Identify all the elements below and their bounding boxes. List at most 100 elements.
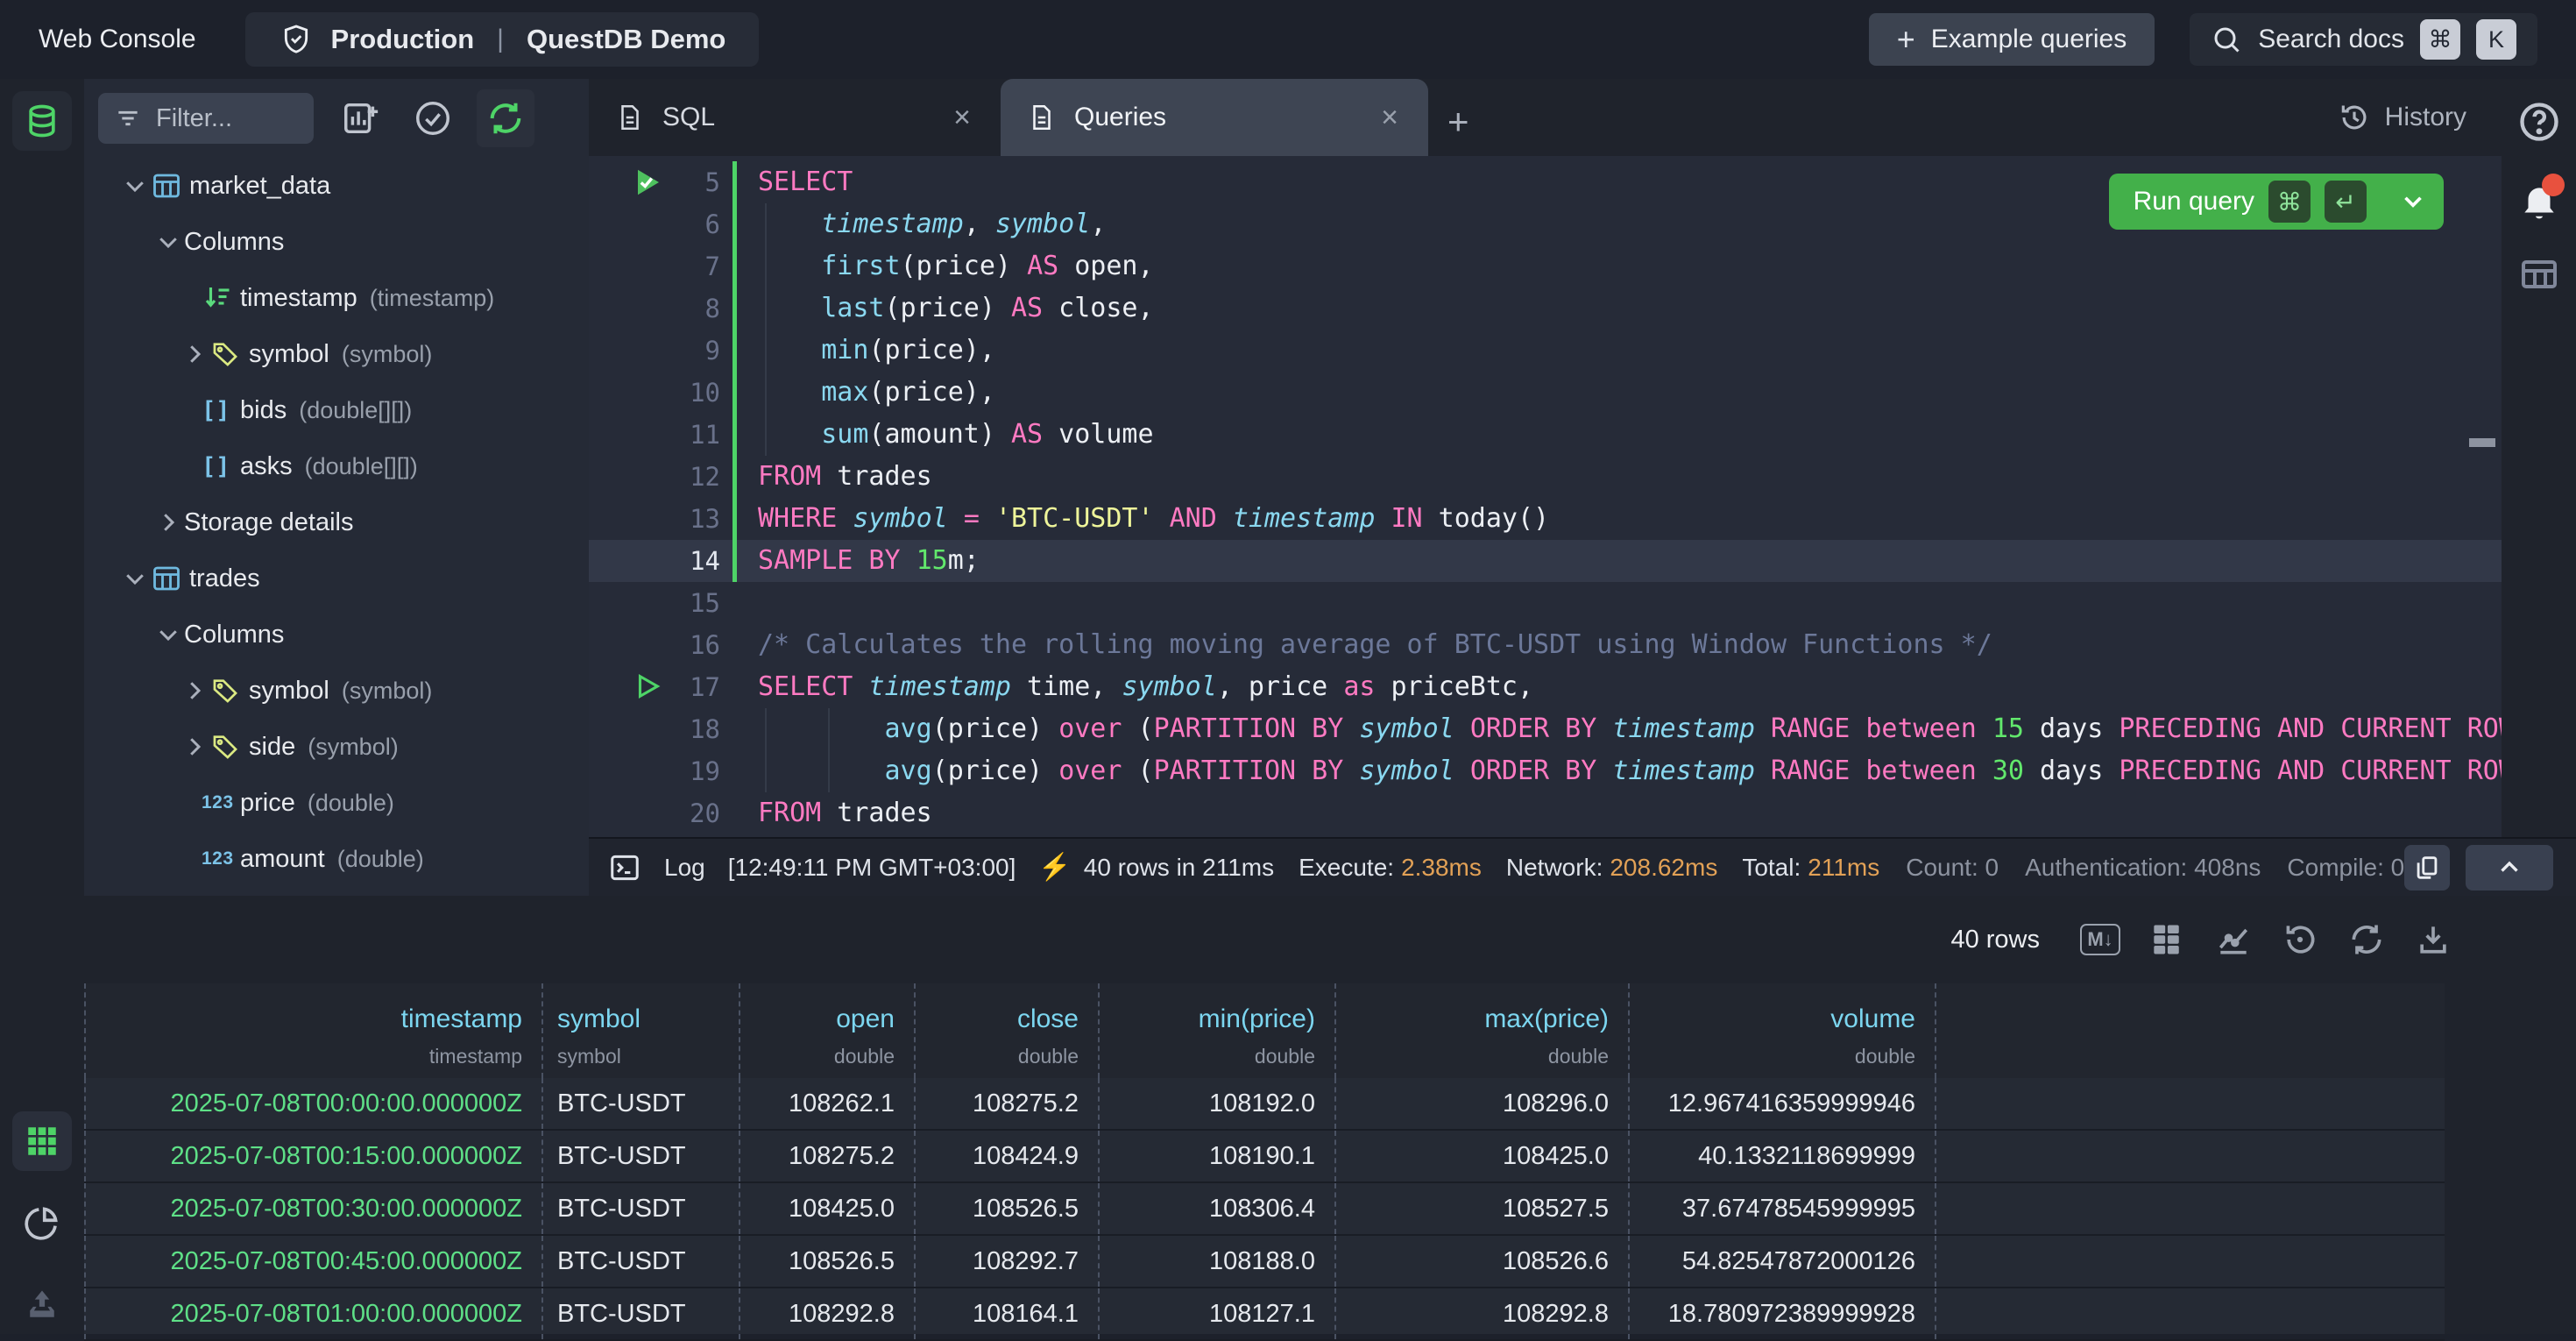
cell-symbol[interactable]: BTC-USDT xyxy=(543,1236,740,1287)
tab-sql[interactable]: SQL × xyxy=(589,79,1001,156)
refresh-schema-button[interactable] xyxy=(477,89,534,147)
tab-queries[interactable]: Queries × xyxy=(1001,79,1428,156)
cell-max-price-[interactable]: 108292.8 xyxy=(1336,1288,1630,1339)
cell-symbol[interactable]: BTC-USDT xyxy=(543,1131,740,1181)
code-line-11[interactable]: 11 sum(amount) AS volume xyxy=(589,414,2502,456)
close-tab-icon[interactable]: × xyxy=(1374,99,1405,136)
cell-min-price-[interactable]: 108127.1 xyxy=(1100,1288,1336,1339)
tree-item-trades[interactable]: trades xyxy=(84,550,589,607)
code-line-7[interactable]: 7 first(price) AS open, xyxy=(589,245,2502,287)
cell-min-price-[interactable]: 108306.4 xyxy=(1100,1183,1336,1234)
run-query-button[interactable]: Run query ⌘ ↵ xyxy=(2109,174,2444,230)
notifications-button[interactable] xyxy=(2516,177,2563,224)
copy-log-button[interactable] xyxy=(2404,845,2450,890)
cell-timestamp[interactable]: 2025-07-08T00:00:00.000000Z xyxy=(84,1078,543,1129)
cell-close[interactable]: 108164.1 xyxy=(916,1288,1100,1339)
tree-item-timestamp[interactable]: timestamp(timestamp) xyxy=(84,887,589,896)
cell-min-price-[interactable]: 108188.0 xyxy=(1100,1236,1336,1287)
cell-open[interactable]: 108526.5 xyxy=(740,1236,916,1287)
tree-item-asks[interactable]: []asks(double[][]) xyxy=(84,438,589,494)
column-header-volume[interactable]: volumedouble xyxy=(1630,983,1936,1078)
sql-editor[interactable]: 5SELECT6 timestamp, symbol,7 first(price… xyxy=(589,156,2502,837)
cell-close[interactable]: 108292.7 xyxy=(916,1236,1100,1287)
restore-latest-button[interactable] xyxy=(2280,919,2320,960)
cell-max-price-[interactable]: 108527.5 xyxy=(1336,1183,1630,1234)
column-header-min-price-[interactable]: min(price)double xyxy=(1100,983,1336,1078)
chevron-right-icon[interactable] xyxy=(152,507,184,538)
cell-close[interactable]: 108424.9 xyxy=(916,1131,1100,1181)
tree-item-columns[interactable]: Columns xyxy=(84,214,589,270)
cell-open[interactable]: 108275.2 xyxy=(740,1131,916,1181)
cell-timestamp[interactable]: 2025-07-08T00:30:00.000000Z xyxy=(84,1183,543,1234)
cell-volume[interactable]: 12.967416359999946 xyxy=(1630,1078,1936,1129)
cell-volume[interactable]: 40.1332118699999 xyxy=(1630,1131,1936,1181)
help-button[interactable] xyxy=(2516,98,2563,145)
tree-item-symbol[interactable]: symbol(symbol) xyxy=(84,663,589,719)
column-header-symbol[interactable]: symbolsymbol xyxy=(543,983,740,1078)
download-csv-button[interactable] xyxy=(2413,919,2453,960)
cell-symbol[interactable]: BTC-USDT xyxy=(543,1078,740,1129)
code-line-16[interactable]: 16/* Calculates the rolling moving avera… xyxy=(589,624,2502,666)
filter-input-box[interactable] xyxy=(98,93,314,144)
editor-scrollbar-thumb[interactable] xyxy=(2469,438,2495,447)
tree-item-symbol[interactable]: symbol(symbol) xyxy=(84,326,589,382)
code-line-19[interactable]: 19 avg(price) over (PARTITION BY symbol … xyxy=(589,750,2502,792)
tree-item-storage-details[interactable]: Storage details xyxy=(84,494,589,550)
cell-max-price-[interactable]: 108425.0 xyxy=(1336,1131,1630,1181)
chevron-down-icon[interactable] xyxy=(2393,187,2428,216)
example-queries-button[interactable]: + Example queries xyxy=(1869,13,2155,66)
code-line-13[interactable]: 13WHERE symbol = 'BTC-USDT' AND timestam… xyxy=(589,498,2502,540)
code-line-15[interactable]: 15 xyxy=(589,582,2502,624)
add-metrics-button[interactable] xyxy=(336,94,386,143)
search-docs-button[interactable]: Search docs ⌘ K xyxy=(2190,13,2537,66)
code-area[interactable]: 5SELECT6 timestamp, symbol,7 first(price… xyxy=(589,156,2502,837)
table-row[interactable]: 2025-07-08T01:00:00.000000ZBTC-USDT10829… xyxy=(84,1288,2445,1341)
freeze-columns-button[interactable] xyxy=(2147,919,2187,960)
cell-volume[interactable]: 18.780972389999928 xyxy=(1630,1288,1936,1339)
code-line-18[interactable]: 18 avg(price) over (PARTITION BY symbol … xyxy=(589,708,2502,750)
cell-close[interactable]: 108526.5 xyxy=(916,1183,1100,1234)
code-line-8[interactable]: 8 last(price) AS close, xyxy=(589,287,2502,330)
tree-item-amount[interactable]: 123amount(double) xyxy=(84,831,589,887)
table-row[interactable]: 2025-07-08T00:45:00.000000ZBTC-USDT10852… xyxy=(84,1236,2445,1288)
cell-max-price-[interactable]: 108526.6 xyxy=(1336,1236,1630,1287)
chart-button[interactable] xyxy=(2213,919,2254,960)
instance-pill[interactable]: Production | QuestDB Demo xyxy=(245,12,760,67)
tree-item-side[interactable]: side(symbol) xyxy=(84,719,589,775)
cell-close[interactable]: 108275.2 xyxy=(916,1078,1100,1129)
cell-max-price-[interactable]: 108296.0 xyxy=(1336,1078,1630,1129)
cell-volume[interactable]: 37.67478545999995 xyxy=(1630,1183,1936,1234)
table-row[interactable]: 2025-07-08T00:00:00.000000ZBTC-USDT10826… xyxy=(84,1078,2445,1131)
markdown-export-button[interactable]: M↓ xyxy=(2080,919,2120,960)
chevron-down-icon[interactable] xyxy=(152,619,184,650)
cell-symbol[interactable]: BTC-USDT xyxy=(543,1288,740,1339)
tree-item-timestamp[interactable]: timestamp(timestamp) xyxy=(84,270,589,326)
history-button[interactable]: History xyxy=(2303,79,2502,156)
cell-open[interactable]: 108262.1 xyxy=(740,1078,916,1129)
table-row[interactable]: 2025-07-08T00:15:00.000000ZBTC-USDT10827… xyxy=(84,1131,2445,1183)
grid-view-button[interactable] xyxy=(12,1111,72,1171)
collapse-log-button[interactable] xyxy=(2466,845,2553,890)
cell-min-price-[interactable]: 108192.0 xyxy=(1100,1078,1336,1129)
code-line-10[interactable]: 10 max(price), xyxy=(589,372,2502,414)
tree-item-price[interactable]: 123price(double) xyxy=(84,775,589,831)
table-panel-button[interactable] xyxy=(2516,251,2563,298)
cell-open[interactable]: 108425.0 xyxy=(740,1183,916,1234)
close-tab-icon[interactable]: × xyxy=(946,99,978,136)
chevron-right-icon[interactable] xyxy=(179,338,210,370)
cell-open[interactable]: 108292.8 xyxy=(740,1288,916,1339)
column-header-max-price-[interactable]: max(price)double xyxy=(1336,983,1630,1078)
code-line-14[interactable]: 14SAMPLE BY 15m; xyxy=(589,540,2502,582)
chevron-down-icon[interactable] xyxy=(119,563,151,594)
cell-min-price-[interactable]: 108190.1 xyxy=(1100,1131,1336,1181)
column-header-timestamp[interactable]: timestamptimestamp xyxy=(84,983,543,1078)
code-line-20[interactable]: 20FROM trades xyxy=(589,792,2502,834)
cell-timestamp[interactable]: 2025-07-08T01:00:00.000000Z xyxy=(84,1288,543,1339)
tree-item-market-data[interactable]: market_data xyxy=(84,158,589,214)
chart-view-button[interactable] xyxy=(12,1193,72,1252)
cell-timestamp[interactable]: 2025-07-08T00:45:00.000000Z xyxy=(84,1236,543,1287)
tree-item-bids[interactable]: []bids(double[][]) xyxy=(84,382,589,438)
add-tab-button[interactable]: + xyxy=(1447,103,1469,140)
tree-item-columns[interactable]: Columns xyxy=(84,607,589,663)
column-header-close[interactable]: closedouble xyxy=(916,983,1100,1078)
